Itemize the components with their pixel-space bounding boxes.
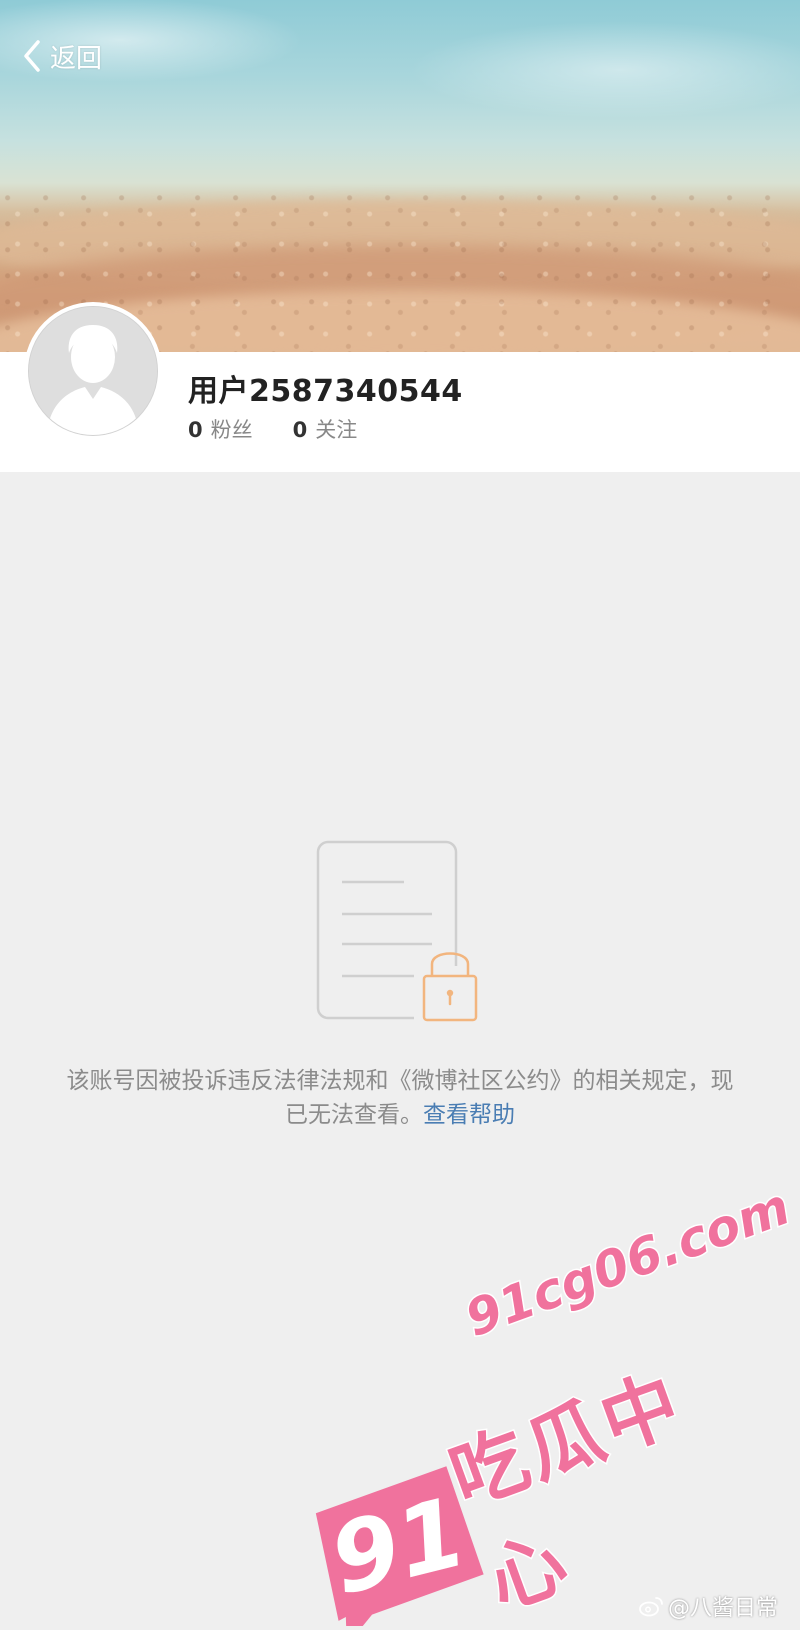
fans-label: 粉丝 bbox=[210, 418, 253, 442]
following-stat[interactable]: 0 关注 bbox=[293, 414, 358, 444]
username: 用户2587340544 bbox=[188, 374, 463, 409]
default-avatar-icon bbox=[29, 307, 157, 435]
avatar[interactable] bbox=[24, 302, 162, 440]
profile-stats: 0 粉丝 0 关注 bbox=[188, 414, 357, 444]
watermark-badge: 91 bbox=[315, 1466, 484, 1626]
weibo-icon bbox=[639, 1597, 663, 1617]
locked-document-icon bbox=[316, 840, 484, 1022]
account-blocked-notice: 该账号因被投诉违反法律法规和《微博社区公约》的相关规定，现已无法查看。查看帮助 bbox=[60, 1064, 740, 1132]
help-link[interactable]: 查看帮助 bbox=[423, 1102, 515, 1128]
watermark-weibo-handle: @八酱日常 bbox=[638, 1590, 778, 1622]
back-button[interactable]: 返回 bbox=[18, 36, 102, 76]
chevron-left-icon bbox=[24, 40, 40, 72]
fans-stat[interactable]: 0 粉丝 bbox=[188, 414, 253, 444]
watermark-site-url: 91cg06.com bbox=[457, 1176, 799, 1350]
profile-cover-image bbox=[0, 0, 800, 352]
fans-count: 0 bbox=[188, 418, 203, 442]
notice-text: 该账号因被投诉违反法律法规和《微博社区公约》的相关规定，现已无法查看。 bbox=[66, 1068, 734, 1128]
back-label: 返回 bbox=[50, 43, 103, 74]
following-count: 0 bbox=[292, 418, 308, 442]
watermark-badge-number: 91 bbox=[320, 1476, 477, 1617]
weibo-handle-text: @八酱日常 bbox=[667, 1596, 778, 1621]
following-label: 关注 bbox=[315, 418, 358, 442]
